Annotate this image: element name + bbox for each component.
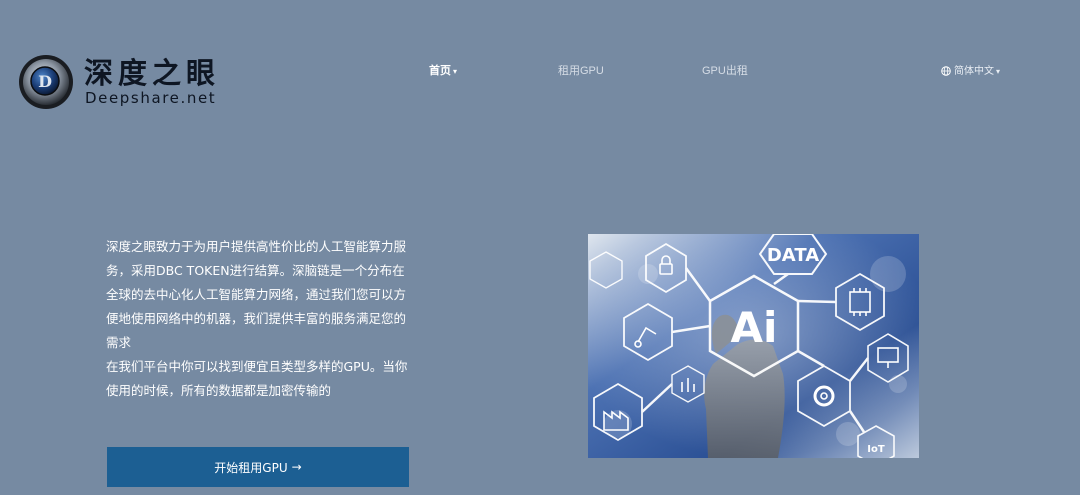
eye-logo-icon: D — [19, 55, 73, 109]
language-label: 简体中文 — [954, 66, 994, 77]
hero-image: Ai DATA IoT — [588, 234, 919, 458]
logo-subtitle: Deepshare.net — [85, 89, 217, 107]
nav-lend-gpu[interactable]: GPU出租 — [702, 62, 748, 78]
intro-text: 深度之眼致力于为用户提供高性价比的人工智能算力服务，采用DBC TOKEN进行结… — [106, 235, 411, 403]
data-text: DATA — [767, 245, 819, 266]
start-rent-gpu-button[interactable]: 开始租用GPU → — [107, 447, 409, 487]
intro-paragraph-1: 深度之眼致力于为用户提供高性价比的人工智能算力服务，采用DBC TOKEN进行结… — [106, 239, 407, 350]
chevron-down-icon: ▾ — [996, 67, 1001, 76]
site-header: D 深度之眼 Deepshare.net 首页 ▾ 租用GPU GPU出租 简体中… — [0, 0, 1080, 140]
svg-text:D: D — [38, 72, 52, 91]
arrow-right-icon: → — [291, 460, 302, 474]
site-logo[interactable]: D 深度之眼 Deepshare.net — [18, 50, 248, 112]
ai-text: Ai — [731, 303, 778, 352]
iot-text: IoT — [867, 444, 885, 455]
nav-home[interactable]: 首页 ▾ — [429, 62, 457, 78]
logo-title: 深度之眼 — [84, 56, 221, 90]
intro-paragraph-2: 在我们平台中你可以找到便宜且类型多样的GPU。当你使用的时候，所有的数据都是加密… — [106, 359, 408, 398]
language-selector[interactable]: 简体中文 ▾ — [941, 62, 1000, 77]
nav-home-label: 首页 — [429, 65, 451, 77]
nav-rent-gpu[interactable]: 租用GPU — [558, 62, 604, 78]
globe-icon — [941, 66, 951, 76]
cta-label: 开始租用GPU — [214, 460, 288, 475]
ai-hexagon-illustration: Ai DATA IoT — [588, 234, 919, 458]
chevron-down-icon: ▾ — [453, 67, 458, 76]
